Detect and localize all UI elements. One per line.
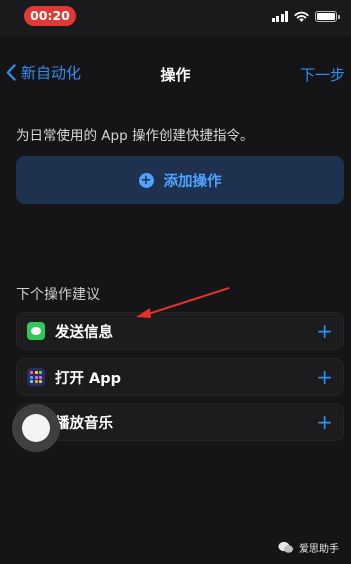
suggestion-label: 打开 App [55,370,122,387]
plus-circle-icon: + [138,172,154,188]
wifi-icon [294,11,309,22]
status-bar: 00:20 [0,0,351,36]
add-action-label: 添加操作 [163,173,222,190]
app-grid-icon [27,368,45,386]
navigation-bar: 新自动化 操作 下一步 [0,50,351,100]
suggestion-label: 播放音乐 [55,415,113,432]
back-button-label: 新自动化 [21,64,82,82]
chevron-left-icon [6,64,16,81]
suggestion-label: 发送信息 [55,324,113,341]
suggestion-open-app[interactable]: 打开 App + [16,358,344,396]
suggestion-send-message[interactable]: 发送信息 + [16,312,344,350]
status-icons [271,10,340,22]
suggestion-play-music[interactable]: 播放音乐 + [16,403,344,441]
watermark: 爱思助手 [278,540,339,555]
intro-text: 为日常使用的 App 操作创建快捷指令。 [16,128,254,144]
add-suggestion-icon[interactable]: + [316,410,333,434]
messages-icon [27,322,45,340]
assistive-touch-knob [22,414,50,442]
back-button[interactable]: 新自动化 [6,62,81,83]
wechat-icon [278,541,294,553]
next-button[interactable]: 下一步 [300,64,345,85]
assistive-touch-button[interactable] [12,404,60,452]
add-suggestion-icon[interactable]: + [316,319,333,343]
add-action-button[interactable]: + 添加操作 [16,156,344,204]
suggestions-section-title: 下个操作建议 [16,287,100,303]
signal-icon [271,10,288,22]
watermark-text: 爱思助手 [299,544,339,555]
status-time: 00:20 [24,6,76,26]
battery-icon [315,10,340,22]
add-suggestion-icon[interactable]: + [316,365,333,389]
